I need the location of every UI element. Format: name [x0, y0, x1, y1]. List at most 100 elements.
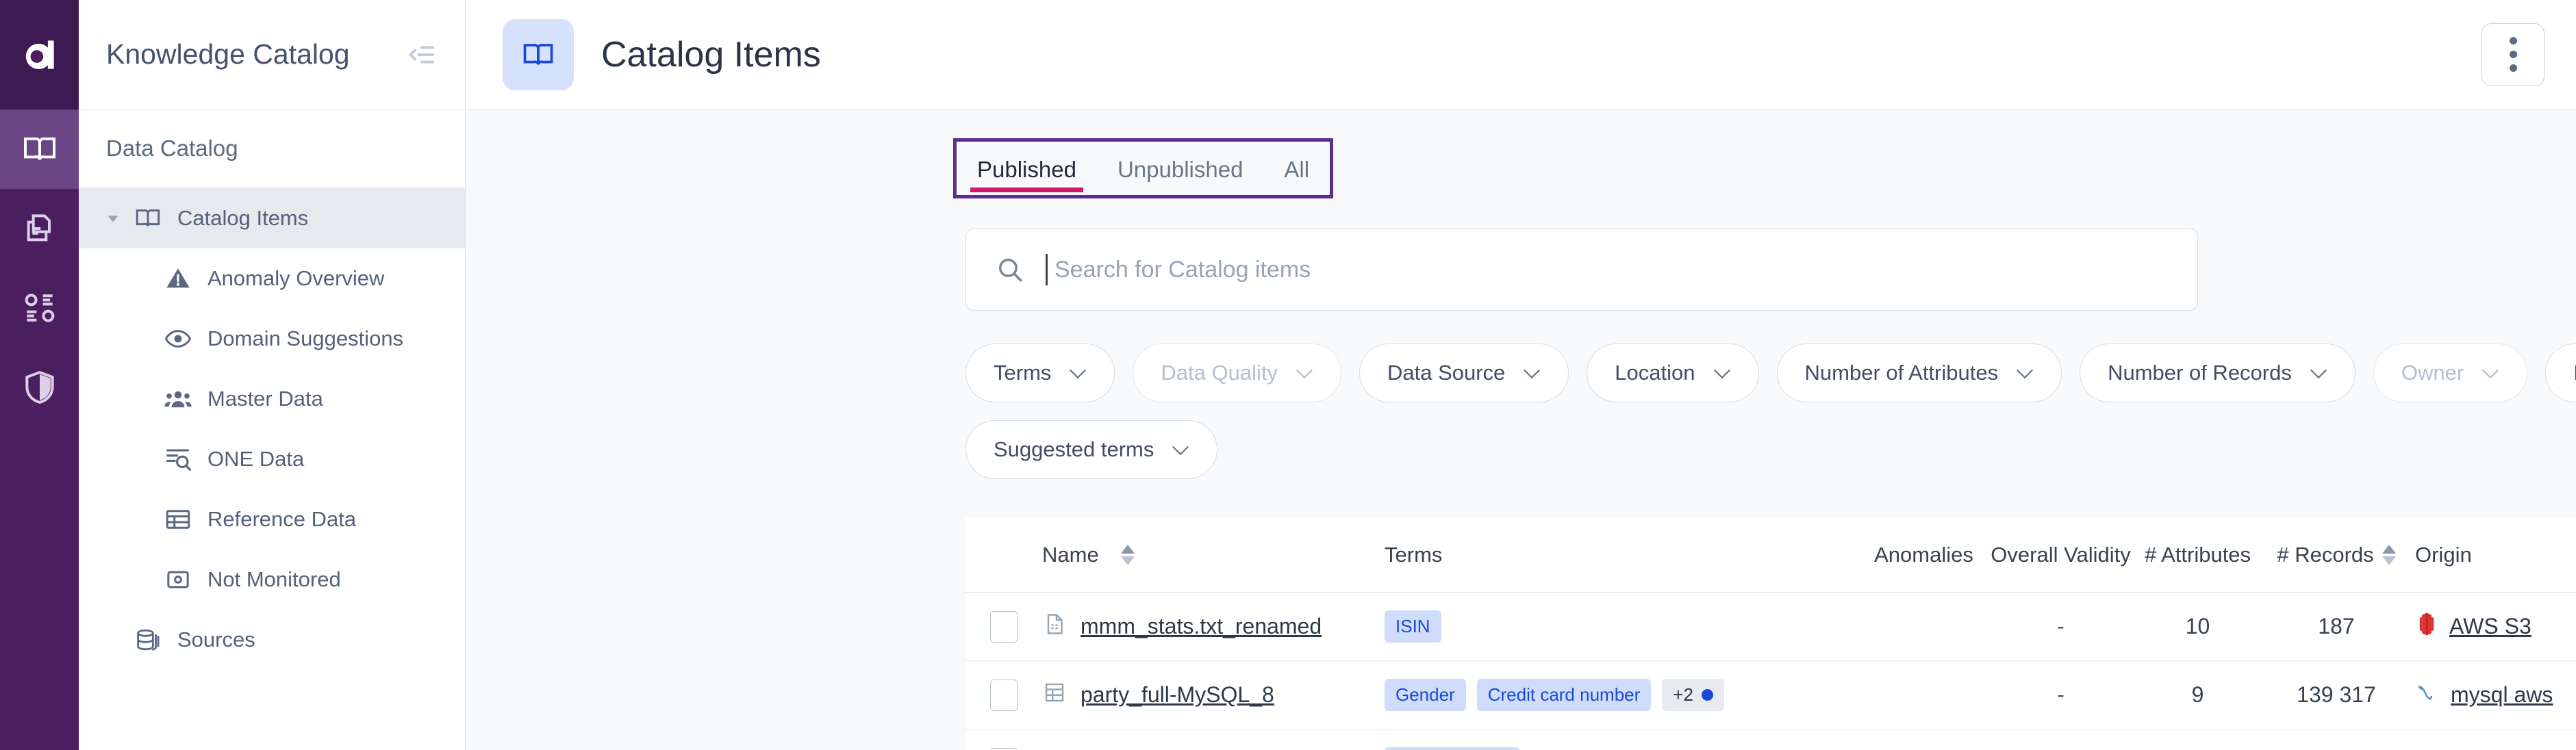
sidebar-header: Knowledge Catalog: [79, 0, 465, 109]
table-icon: [158, 505, 198, 534]
not-monitored-icon: [158, 566, 198, 593]
filter-location[interactable]: Location: [1587, 344, 1758, 402]
column-header-records[interactable]: # Records: [2258, 543, 2415, 567]
search-placeholder: Search for Catalog items: [1055, 257, 1311, 283]
aws-s3-icon: [2415, 611, 2438, 643]
caret-down-icon[interactable]: [98, 209, 128, 227]
filter-bar: Terms Data Quality Data Source: [965, 344, 2576, 479]
column-header-origin: Origin: [2415, 543, 2576, 567]
search-icon: [995, 255, 1026, 285]
table-header-row: Name Terms Anomalies Overall Validity # …: [965, 517, 2576, 593]
chevron-down-icon: [1069, 361, 1087, 385]
page-title: Catalog Items: [601, 34, 2482, 75]
table-row[interactable]: party_full-MySQL_8 Gender Credit card nu…: [965, 661, 2576, 729]
tab-all[interactable]: All: [1263, 142, 1330, 195]
sidebar-item-label: Master Data: [207, 387, 323, 411]
row-checkbox[interactable]: [990, 748, 1018, 750]
rail-item-data-stories[interactable]: [0, 189, 79, 268]
one-data-icon: [158, 445, 198, 474]
cell-attributes: 9: [2138, 682, 2258, 708]
sidebar-item-reference-data[interactable]: Reference Data: [79, 489, 465, 549]
app-root: Knowledge Catalog Data Catalog: [0, 0, 2576, 750]
sidebar-title: Knowledge Catalog: [106, 38, 402, 70]
tab-published[interactable]: Published: [957, 142, 1097, 195]
filter-number-of-attributes[interactable]: Number of Attributes: [1777, 344, 2062, 402]
term-tag-more[interactable]: +2: [1662, 679, 1724, 711]
filter-data-source[interactable]: Data Source: [1359, 344, 1569, 402]
sidebar: Knowledge Catalog Data Catalog: [79, 0, 466, 750]
cell-overall-validity: -: [1984, 614, 2138, 639]
cell-origin: mysql aws: [2415, 680, 2576, 710]
eye-icon: [158, 324, 198, 353]
column-header-terms: Terms: [1385, 543, 1864, 567]
filter-suggested-terms[interactable]: Suggested terms: [965, 420, 1217, 479]
sort-icon[interactable]: [1121, 545, 1135, 565]
file-document-icon: [1042, 612, 1067, 642]
row-checkbox-cell: [965, 680, 1042, 711]
catalog-item-link[interactable]: party_full-MySQL_8: [1081, 682, 1274, 708]
term-tag[interactable]: Credit card number: [1477, 679, 1652, 711]
cell-records: 187: [2258, 614, 2415, 639]
cell-attributes: 10: [2138, 614, 2258, 639]
app-icon-rail: [0, 0, 79, 750]
column-header-name[interactable]: Name: [1042, 543, 1385, 567]
filter-data-quality[interactable]: Data Quality: [1133, 344, 1341, 402]
row-checkbox[interactable]: [990, 680, 1018, 711]
page-content: Published Unpublished All Search for Cat…: [466, 109, 2576, 750]
search-input[interactable]: Search for Catalog items: [965, 229, 2198, 311]
table-row[interactable]: car_owner Personal code -: [965, 729, 2576, 750]
sidebar-item-label: Not Monitored: [207, 567, 341, 592]
cell-overall-validity: -: [1984, 682, 2138, 708]
sidebar-item-label: ONE Data: [207, 447, 304, 471]
warning-triangle-icon[interactable]: [1909, 746, 1939, 750]
sidebar-item-not-monitored[interactable]: Not Monitored: [79, 549, 465, 610]
row-checkbox[interactable]: [990, 611, 1018, 643]
sidebar-item-sources[interactable]: Sources: [79, 610, 465, 670]
filter-owner[interactable]: Owner: [2373, 344, 2527, 402]
term-tag[interactable]: Personal code: [1385, 747, 1520, 750]
page-header: Catalog Items: [466, 0, 2576, 109]
book-icon: [128, 204, 168, 233]
sort-icon[interactable]: [2382, 545, 2396, 565]
sidebar-item-anomaly-overview[interactable]: Anomaly Overview: [79, 248, 465, 309]
term-tag[interactable]: ISIN: [1385, 610, 1441, 643]
sidebar-item-catalog-items[interactable]: Catalog Items: [79, 188, 465, 248]
catalog-item-link[interactable]: mmm_stats.txt_renamed: [1081, 614, 1322, 639]
rail-item-data-privacy[interactable]: [0, 348, 79, 427]
ataccama-logo[interactable]: [0, 0, 79, 109]
sidebar-section-data-catalog[interactable]: Data Catalog: [79, 109, 465, 188]
rail-item-knowledge-catalog[interactable]: [0, 109, 79, 189]
collapse-panel-icon[interactable]: [402, 35, 442, 75]
kebab-menu-icon[interactable]: [2482, 23, 2545, 86]
cell-name: mmm_stats.txt_renamed: [1042, 612, 1385, 642]
sidebar-item-domain-suggestions[interactable]: Domain Suggestions: [79, 309, 465, 369]
chevron-down-icon: [1296, 361, 1313, 385]
sidebar-item-label: Sources: [177, 628, 255, 652]
cell-origin: AWS S3: [2415, 611, 2576, 643]
cell-anomalies: [1864, 746, 1984, 750]
term-tag[interactable]: Gender: [1385, 679, 1466, 711]
cell-records: 139 317: [2258, 682, 2415, 708]
filter-profile-date[interactable]: Profile Date: [2545, 344, 2576, 402]
book-icon: [503, 19, 574, 90]
filter-terms[interactable]: Terms: [965, 344, 1115, 402]
filter-number-of-records[interactable]: Number of Records: [2080, 344, 2356, 402]
table-row[interactable]: mmm_stats.txt_renamed ISIN - 10 187 AWS …: [965, 593, 2576, 661]
tab-unpublished[interactable]: Unpublished: [1097, 142, 1263, 195]
mysql-icon: [2415, 680, 2440, 710]
rail-item-data-quality[interactable]: [0, 268, 79, 348]
origin-link[interactable]: AWS S3: [2449, 614, 2531, 639]
origin-link[interactable]: mysql aws: [2451, 682, 2553, 708]
dot-indicator: [1702, 689, 1713, 701]
cell-terms: ISIN: [1385, 610, 1864, 643]
sidebar-item-master-data[interactable]: Master Data: [79, 369, 465, 429]
cell-terms: Gender Credit card number +2: [1385, 679, 1864, 711]
row-checkbox-cell: [965, 748, 1042, 750]
chevron-down-icon: [1523, 361, 1541, 385]
sidebar-tree: Catalog Items Anomaly Overview Domain Su…: [79, 188, 465, 670]
sidebar-item-one-data[interactable]: ONE Data: [79, 429, 465, 489]
chevron-down-icon: [2310, 361, 2327, 385]
column-header-attributes: # Attributes: [2138, 543, 2258, 567]
people-icon: [158, 385, 198, 413]
cell-name: party_full-MySQL_8: [1042, 680, 1385, 710]
